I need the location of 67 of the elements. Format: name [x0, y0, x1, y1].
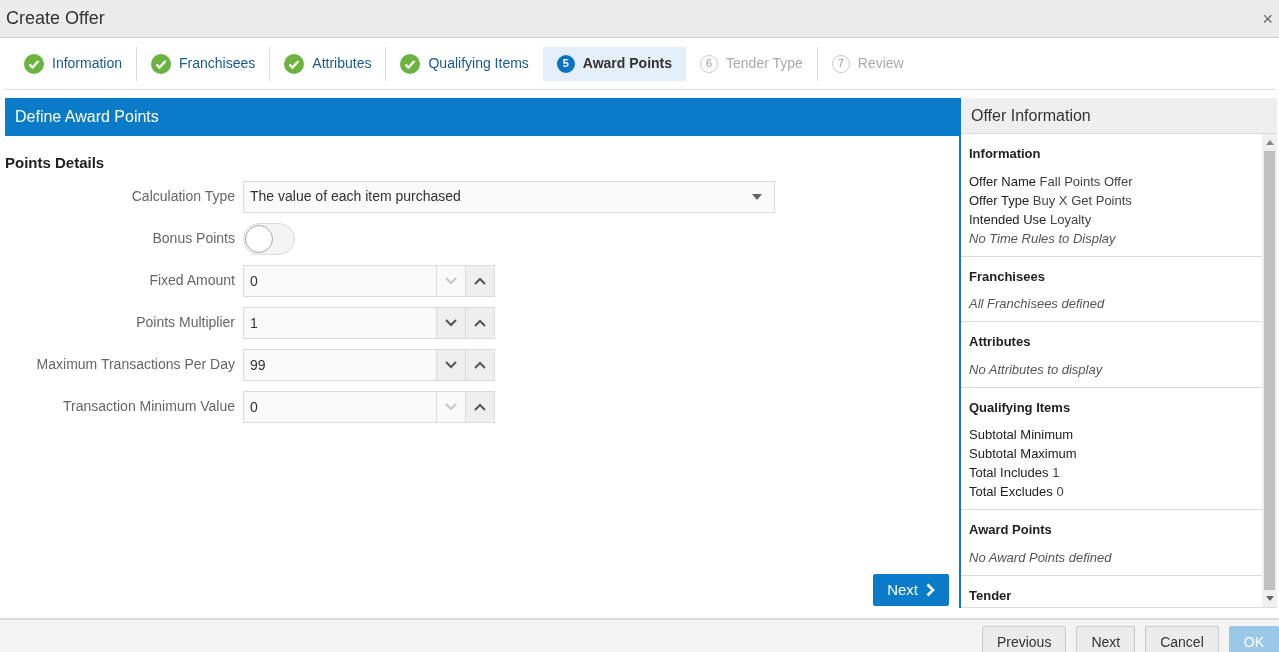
- decrement-button[interactable]: [437, 306, 466, 339]
- info-line: Offer Name Fall Points Offer: [969, 172, 1134, 191]
- chevron-down-icon: [445, 402, 457, 411]
- scroll-down-icon[interactable]: [1265, 596, 1274, 601]
- field-label: Maximum Transactions Per Day: [35, 355, 235, 374]
- field-label: Calculation Type: [130, 187, 235, 206]
- info-line: Total Excludes 0: [969, 483, 1065, 501]
- chevron-up-icon: [474, 276, 486, 285]
- step-tab[interactable]: Franchisees: [137, 46, 270, 81]
- decrement-button[interactable]: [437, 348, 466, 381]
- number-field[interactable]: 0: [243, 390, 437, 423]
- info-section-title: Tender: [969, 586, 1013, 605]
- scrollbar-thumb[interactable]: [1264, 151, 1275, 590]
- info-section-title: Qualifying Items: [969, 398, 1072, 417]
- field-label: Transaction Minimum Value: [62, 397, 235, 416]
- dropdown-arrow-icon: [752, 193, 762, 200]
- increment-button[interactable]: [466, 264, 495, 297]
- check-circle-icon: [151, 53, 172, 74]
- info-line: Total Includes 1: [969, 464, 1061, 482]
- info-note: No Award Points defined: [969, 548, 1113, 567]
- select-field[interactable]: The value of each item purchased: [243, 180, 775, 213]
- chevron-down-icon: [445, 360, 457, 369]
- section-title: Points Details: [5, 153, 106, 173]
- next-button[interactable]: Next: [873, 574, 949, 606]
- step-tab[interactable]: 5 Award Points: [542, 46, 687, 81]
- info-line: Subtotal Maximum: [969, 445, 1078, 463]
- increment-button[interactable]: [466, 390, 495, 423]
- info-section-title: Award Points: [969, 521, 1053, 539]
- check-circle-icon: [24, 53, 44, 74]
- field-label: Fixed Amount: [148, 271, 235, 290]
- window-title: Create Offer: [6, 7, 105, 30]
- step-number: 5: [556, 54, 575, 73]
- section-header: Define Award Points: [5, 98, 959, 136]
- footer-button[interactable]: Cancel: [1145, 626, 1219, 652]
- footer-button[interactable]: Previous: [981, 626, 1067, 652]
- increment-button[interactable]: [466, 348, 495, 381]
- number-field[interactable]: 99: [243, 348, 437, 381]
- number-field[interactable]: 0: [243, 264, 437, 297]
- info-note: No Time Rules to Display: [969, 229, 1117, 248]
- chevron-down-icon: [445, 318, 457, 327]
- info-section-title: Information: [969, 145, 1042, 163]
- chevron-up-icon: [474, 318, 486, 327]
- field-label: Bonus Points: [151, 229, 235, 248]
- field-label: Points Multiplier: [135, 313, 235, 332]
- step-tab[interactable]: Attributes: [270, 46, 386, 81]
- increment-button[interactable]: [466, 306, 495, 339]
- info-line: Subtotal Minimum: [969, 426, 1075, 444]
- toggle-switch[interactable]: [243, 222, 295, 255]
- chevron-up-icon: [474, 402, 486, 411]
- info-line: Intended Use Loyalty: [969, 210, 1093, 229]
- info-section-title: Attributes: [969, 333, 1032, 351]
- info-note: No Attributes to display: [969, 360, 1104, 379]
- close-button[interactable]: ×: [1262, 9, 1273, 28]
- check-circle-icon: [284, 53, 305, 74]
- chevron-down-icon: [445, 276, 457, 285]
- info-note: All Franchisees defined: [969, 295, 1106, 313]
- info-section-title: Franchisees: [969, 267, 1046, 286]
- check-circle-icon: [400, 53, 421, 74]
- panel-header: Offer Information: [961, 98, 1277, 134]
- number-field[interactable]: 1: [243, 306, 437, 339]
- step-tab[interactable]: Qualifying Items: [386, 46, 543, 81]
- chevron-up-icon: [474, 360, 486, 369]
- chevron-right-icon: [926, 583, 935, 597]
- scroll-up-icon[interactable]: [1265, 140, 1274, 145]
- info-line: Offer Type Buy X Get Points: [969, 191, 1133, 210]
- step-tab[interactable]: Information: [10, 46, 137, 81]
- footer-button[interactable]: Next: [1076, 626, 1136, 652]
